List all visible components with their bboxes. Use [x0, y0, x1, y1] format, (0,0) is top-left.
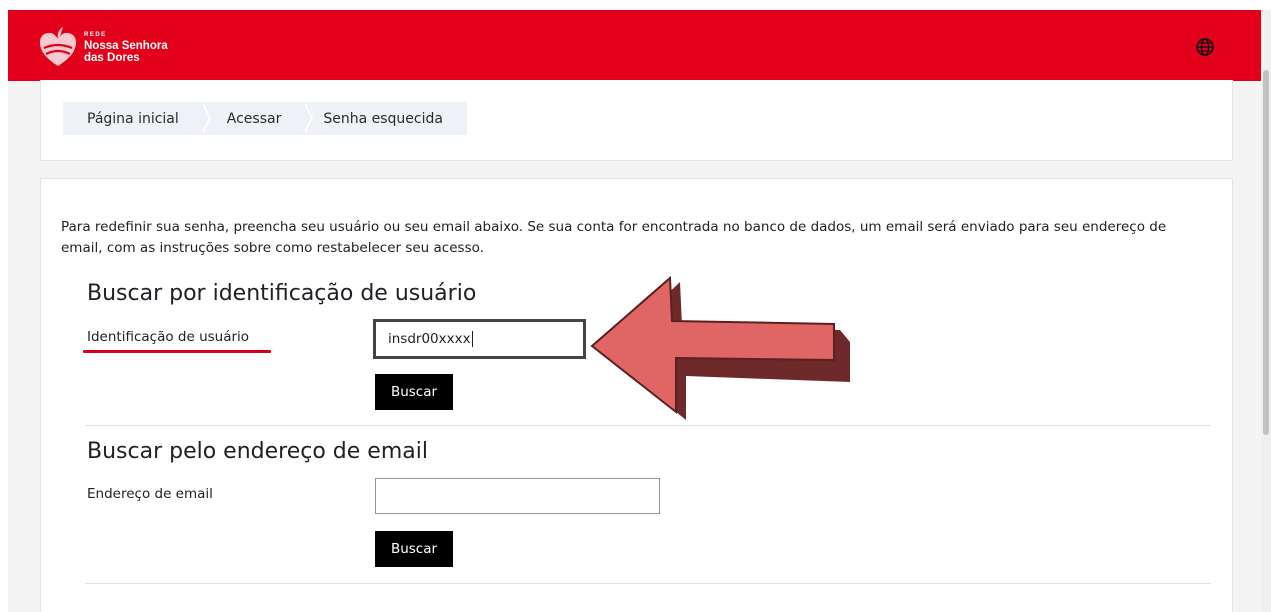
breadcrumb-item-login[interactable]: Acessar [200, 102, 314, 135]
brand-name[interactable]: REDE Nossa Senhora das Dores [84, 32, 168, 64]
site-header: REDE Nossa Senhora das Dores [8, 10, 1261, 81]
search-email-button[interactable]: Buscar [375, 531, 453, 567]
email-label: Endereço de email [87, 486, 213, 502]
page-scrollbar[interactable] [1261, 10, 1271, 612]
pointer-arrow-icon [590, 276, 850, 420]
email-input[interactable] [375, 478, 660, 514]
scrollbar-thumb[interactable] [1263, 70, 1269, 435]
brand-line2: das Dores [84, 52, 140, 64]
breadcrumb-separator [303, 102, 312, 134]
username-section-title: Buscar por identificação de usuário [87, 281, 477, 306]
brand-small: REDE [84, 32, 107, 38]
brand-line1: Nossa Senhora [84, 40, 168, 52]
username-input[interactable]: insdr00xxxx [373, 319, 586, 359]
breadcrumb-item-forgot-password: Senha esquecida [303, 102, 467, 135]
breadcrumb-label: Acessar [226, 110, 282, 127]
username-label: Identificação de usuário [87, 329, 250, 345]
window-left-edge [0, 0, 8, 612]
globe-icon[interactable] [1195, 37, 1215, 57]
window-top-edge [0, 0, 1271, 10]
instructions-text: Para redefinir sua senha, preencha seu u… [61, 219, 1167, 256]
text-caret [471, 331, 473, 347]
breadcrumb-separator [200, 102, 209, 134]
username-label-underline [83, 350, 271, 353]
username-input-value: insdr00xxxx [388, 331, 471, 347]
email-section-title: Buscar pelo endereço de email [87, 439, 428, 464]
logo-icon[interactable] [34, 24, 82, 70]
breadcrumb: Página inicial Acessar Senha esquecida [63, 102, 467, 135]
breadcrumb-label: Senha esquecida [323, 110, 443, 127]
search-username-button[interactable]: Buscar [375, 374, 453, 410]
breadcrumb-item-home[interactable]: Página inicial [63, 102, 211, 135]
breadcrumb-card: Página inicial Acessar Senha esquecida [40, 80, 1233, 161]
section-divider [85, 583, 1211, 584]
breadcrumb-label: Página inicial [87, 110, 179, 127]
